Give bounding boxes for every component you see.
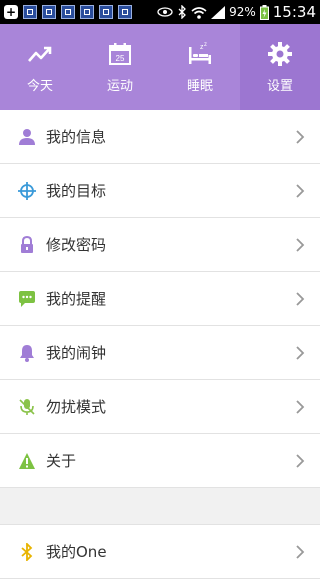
menu-item-do-not-disturb[interactable]: 勿扰模式 xyxy=(0,380,320,434)
tab-label: 运动 xyxy=(106,78,133,94)
notification-icon xyxy=(42,5,56,19)
top-tab-bar: 今天 25 运动 z z 睡眠 设置 xyxy=(0,24,320,110)
lock-icon xyxy=(18,235,36,254)
warning-icon xyxy=(18,452,36,470)
menu-item-change-password[interactable]: 修改密码 xyxy=(0,218,320,272)
tab-sleep[interactable]: z z 睡眠 xyxy=(160,24,240,110)
notification-icon xyxy=(118,5,132,19)
chevron-right-icon xyxy=(296,183,305,198)
mic-icon xyxy=(18,398,36,416)
gear-icon xyxy=(268,41,292,66)
menu-item-my-reminders[interactable]: 我的提醒 xyxy=(0,272,320,326)
section-divider xyxy=(0,488,320,525)
bluetooth-status-icon xyxy=(178,5,187,19)
tab-settings[interactable]: 设置 xyxy=(240,24,320,110)
menu-item-my-one[interactable]: 我的One xyxy=(0,525,320,579)
calendar-icon: 25 xyxy=(109,42,131,65)
target-icon xyxy=(18,181,36,200)
menu-item-my-goal[interactable]: 我的目标 xyxy=(0,164,320,218)
menu-item-label: 我的提醒 xyxy=(46,290,107,308)
menu-item-label: 我的目标 xyxy=(46,182,107,200)
bluetooth-icon xyxy=(18,542,36,561)
settings-list: 我的信息 我的目标 修改密码 我的提醒 我的闹钟 勿扰模式 关于 xyxy=(0,110,320,488)
menu-item-about[interactable]: 关于 xyxy=(0,434,320,488)
notification-icon xyxy=(99,5,113,19)
eye-icon xyxy=(157,7,173,17)
bed-icon: z z xyxy=(189,42,211,64)
tab-label: 今天 xyxy=(26,78,53,94)
calendar-day: 25 xyxy=(116,54,125,63)
menu-item-label: 修改密码 xyxy=(46,236,107,254)
svg-text:z: z xyxy=(204,42,207,48)
device-list: 我的One xyxy=(0,525,320,579)
chevron-right-icon xyxy=(296,291,305,306)
notification-icon xyxy=(23,5,37,19)
battery-icon xyxy=(259,4,269,20)
notification-icon xyxy=(80,5,94,19)
add-notification-icon: + xyxy=(4,5,18,19)
menu-item-my-info[interactable]: 我的信息 xyxy=(0,110,320,164)
trend-icon xyxy=(28,46,52,62)
battery-percent: 92% xyxy=(229,5,256,19)
chevron-right-icon xyxy=(296,129,305,144)
chevron-right-icon xyxy=(296,237,305,252)
status-bar: + 92% 15:34 xyxy=(0,0,320,24)
tab-today[interactable]: 今天 xyxy=(0,24,80,110)
chevron-right-icon xyxy=(296,453,305,468)
bell-icon xyxy=(18,344,36,362)
chevron-right-icon xyxy=(296,544,305,559)
chevron-right-icon xyxy=(296,399,305,414)
signal-icon xyxy=(211,5,226,19)
menu-item-label: 我的信息 xyxy=(46,128,107,146)
chevron-right-icon xyxy=(296,345,305,360)
clock: 15:34 xyxy=(272,3,316,21)
tab-exercise[interactable]: 25 运动 xyxy=(80,24,160,110)
menu-item-label: 我的闹钟 xyxy=(46,344,107,362)
notification-icon xyxy=(61,5,75,19)
menu-item-my-alarm[interactable]: 我的闹钟 xyxy=(0,326,320,380)
system-status: 92% 15:34 xyxy=(157,3,316,21)
notification-icons: + xyxy=(4,5,132,19)
menu-item-label: 我的One xyxy=(46,543,107,561)
wifi-icon xyxy=(191,6,207,19)
tab-label: 设置 xyxy=(266,78,293,94)
user-icon xyxy=(18,128,36,146)
chat-icon xyxy=(18,290,36,308)
menu-item-label: 勿扰模式 xyxy=(46,398,107,416)
tab-label: 睡眠 xyxy=(186,78,213,94)
menu-item-label: 关于 xyxy=(46,452,77,470)
